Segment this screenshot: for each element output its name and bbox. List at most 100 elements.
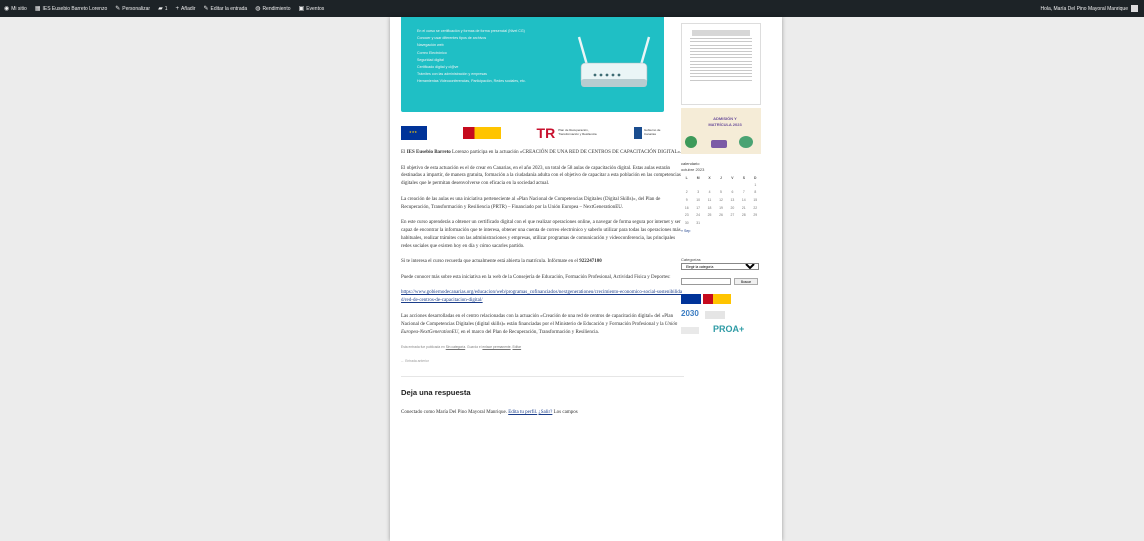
calendar-day: 28 <box>741 213 746 218</box>
admin-bar-item-1[interactable]: ▦ IES Eusebio Barreto Lorenzo <box>31 0 111 17</box>
prtr-logo: TR Plan de Recuperación, Transformación y… <box>536 125 597 141</box>
calendar-table: LMXJVSD 1 2 3 4 5 6 7 8 9 10 11 12 13 14 15 16 17 18 19 20 2… <box>681 175 761 227</box>
admin-bar: ◉ Mi sitio ▦ IES Eusebio Barreto Lorenzo ✎ Pe… <box>0 0 1144 17</box>
calendar-week: 23 24 25 26 27 28 29 <box>681 211 761 219</box>
course-topic: Trámites con las administración y empres… <box>417 72 487 77</box>
calendar-day: 14 <box>741 197 746 202</box>
admin-bar-label: Rendimiento <box>262 5 291 12</box>
calendar-day <box>750 219 761 227</box>
course-topic: En el curso se certificación y formas de… <box>417 29 525 33</box>
admin-bar-item-0[interactable]: ◉ Mi sitio <box>0 0 31 17</box>
calendar-day <box>704 219 715 227</box>
performance-icon: ◍ <box>255 6 261 12</box>
calendar-prev-month-link[interactable]: « Sep <box>681 229 761 233</box>
course-topic: Seguridad digital <box>417 57 444 62</box>
calendar-day: 4 <box>708 190 711 195</box>
calendar-day <box>738 181 749 189</box>
calendar-day: 27 <box>730 213 735 218</box>
calendar-week: 30 31 <box>681 219 761 227</box>
course-topic: Navegación web <box>417 43 444 48</box>
calendar-day: 16 <box>684 205 689 210</box>
eu-funding-logo <box>401 126 427 140</box>
customize-icon: ✎ <box>115 6 121 12</box>
course-topic: Certificado digital y cl@ve <box>417 65 459 70</box>
calendar-day <box>681 181 692 189</box>
document-thumbnail[interactable] <box>681 23 761 105</box>
info-link-paragraph: https://www.gobiernodecanarias.org/educa… <box>401 289 684 305</box>
admin-bar-label: Añadir <box>181 5 196 12</box>
consejeria-link[interactable]: https://www.gobiernodecanarias.org/educa… <box>401 290 682 303</box>
admin-bar-label: Personalizar <box>122 5 151 12</box>
calendar-day: 9 <box>685 197 688 202</box>
calendar-day: 5 <box>720 190 722 195</box>
calendar-widget: calendario octubre 2023 LMXJVSD 12345678… <box>681 161 761 233</box>
search-button[interactable]: Buscar <box>734 278 758 285</box>
calendar-day: 26 <box>719 213 723 218</box>
calendar-day: 3 <box>697 190 700 195</box>
router-icon <box>577 36 651 87</box>
admin-bar-item-6[interactable]: ◍ Rendimiento <box>251 0 294 17</box>
calendar-day: 12 <box>719 197 723 202</box>
admin-bar-item-3[interactable]: ▰ 1 <box>154 0 171 17</box>
calendar-title: calendario <box>681 161 700 166</box>
course-topic: Correo Electrónico <box>417 50 447 55</box>
admission-banner[interactable]: ADMISIÓN Y MATRÍCULA 2023 <box>681 108 761 154</box>
calendar-day: 20 <box>730 205 735 210</box>
admin-bar-item-2[interactable]: ✎ Personalizar <box>111 0 154 17</box>
calendar-day: 29 <box>753 213 758 218</box>
wordpress-icon: ◉ <box>4 6 10 12</box>
course-banner: En el curso se certificación y formas de… <box>401 17 664 112</box>
admin-bar-label: 1 <box>164 5 168 12</box>
calendar-day: 2 <box>685 190 688 195</box>
calendar-caption: octubre 2023 <box>681 167 705 172</box>
search-input[interactable] <box>681 278 731 285</box>
spain-government-logo <box>462 127 501 139</box>
calendar-week: 1 <box>681 181 761 189</box>
calendar-day: 21 <box>741 205 746 210</box>
calendar-day: 15 <box>753 197 758 202</box>
calendar-day: 31 <box>696 220 701 225</box>
category-link[interactable]: Sin categoría <box>446 345 465 349</box>
proa-logo: PROA+ <box>713 324 745 334</box>
calendar-day <box>715 181 726 189</box>
calendar-day: 10 <box>696 197 701 202</box>
calendar-day <box>727 219 738 227</box>
calendar-day <box>704 181 715 189</box>
course-paragraph: En este curso aprenderás a obtener un ce… <box>401 220 681 249</box>
logout-link[interactable]: ¿Salir? <box>538 410 552 415</box>
calendar-day <box>738 219 749 227</box>
avatar <box>1131 5 1138 12</box>
admin-bar-item-5[interactable]: ✎ Editar la entrada <box>199 0 251 17</box>
admin-bar-account[interactable]: Hola, María Del Pino Mayoral Manrique <box>1040 5 1144 12</box>
calendar-day: 18 <box>707 205 712 210</box>
calendar-day <box>715 219 726 227</box>
more-info-paragraph: Puede conocer más sobre esta iniciativa … <box>401 274 671 280</box>
post-content: El IES Eusebio Barreto Lorenzo participa… <box>401 149 684 424</box>
logged-in-as: Conectado como María Del Pino Mayoral Ma… <box>401 409 578 415</box>
plan-paragraph: La creación de las aulas es una iniciati… <box>401 196 661 210</box>
calendar-week: 2 3 4 5 6 7 8 <box>681 189 761 197</box>
edit-icon: ✎ <box>203 6 209 12</box>
permalink-link[interactable]: enlace permanente <box>482 345 510 349</box>
categories-title: Categorías <box>681 257 701 262</box>
sidebar-logos: 2030 PROA+ <box>681 294 761 342</box>
calendar-day: 1 <box>754 182 757 187</box>
admin-bar-label: Eventos <box>306 5 325 12</box>
calendar-week: 9 10 11 12 13 14 15 <box>681 196 761 204</box>
admin-bar-item-7[interactable]: ▣ Eventos <box>295 0 329 17</box>
plus-icon: + <box>175 5 179 12</box>
previous-post-link[interactable]: ← Entrada anterior <box>401 358 684 366</box>
course-topic: Herramientas Videoconferencias, Particip… <box>417 79 526 84</box>
categories-widget: Categorías Elegir la categoría <box>681 257 761 270</box>
admin-bar-item-4[interactable]: + Añadir <box>171 0 199 17</box>
categories-select[interactable]: Elegir la categoría <box>681 263 759 270</box>
calendar-day: 22 <box>753 205 758 210</box>
intro-paragraph: El IES Eusebio Barreto Lorenzo participa… <box>401 150 682 155</box>
edit-post-link[interactable]: Editar <box>512 345 521 349</box>
enrollment-paragraph: Si te interesa el curso recuerda que act… <box>401 259 602 265</box>
page-content: En el curso se certificación y formas de… <box>390 17 782 541</box>
edit-profile-link[interactable]: Edita tu perfil. <box>508 410 537 415</box>
calendar-icon: ▣ <box>298 6 305 12</box>
eu-flag-logo <box>681 294 701 304</box>
calendar-day: 24 <box>696 213 701 218</box>
